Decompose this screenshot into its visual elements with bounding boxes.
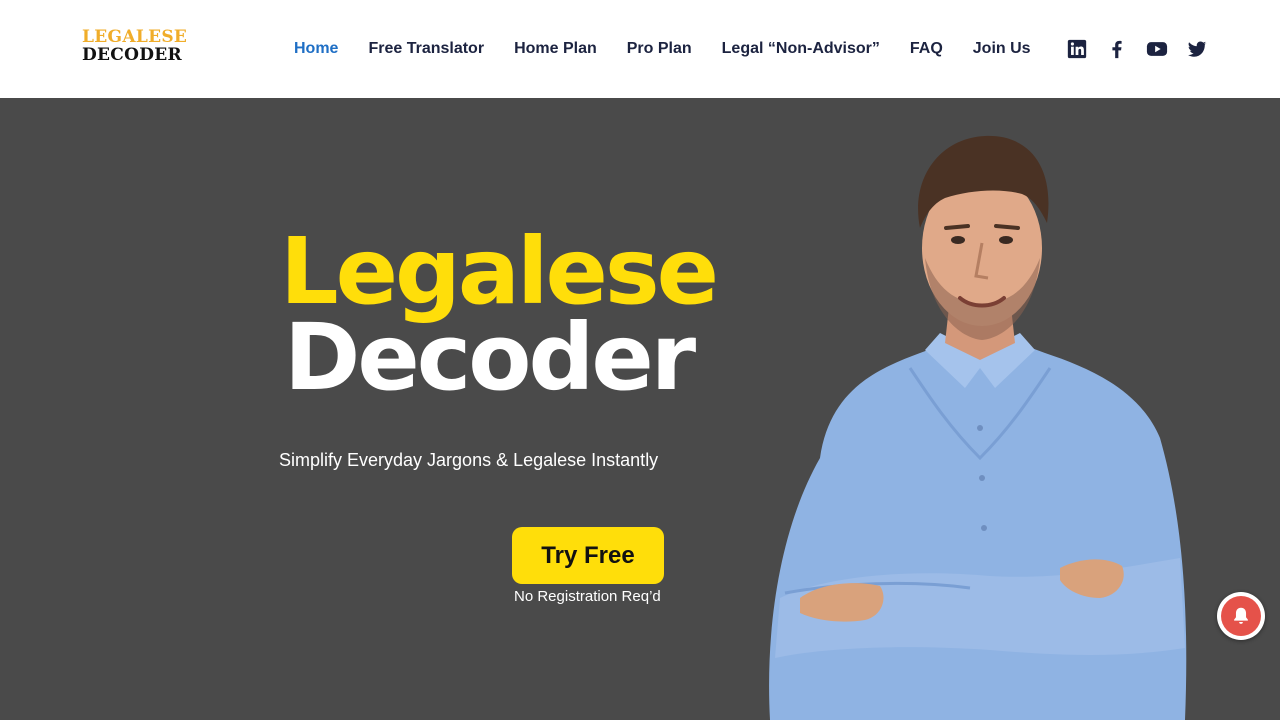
cta-note: No Registration Req’d — [514, 588, 661, 605]
logo-line-2: DECODER — [82, 45, 182, 65]
twitter-icon[interactable] — [1186, 37, 1208, 61]
facebook-icon[interactable] — [1106, 37, 1128, 61]
nav-free-translator[interactable]: Free Translator — [368, 40, 484, 58]
logo-line-1: LEGALESE — [82, 27, 188, 47]
linkedin-icon[interactable] — [1066, 37, 1088, 61]
nav-home-plan[interactable]: Home Plan — [514, 40, 597, 58]
nav-home[interactable]: Home — [294, 40, 338, 58]
nav-faq[interactable]: FAQ — [910, 40, 943, 58]
social-links — [1066, 37, 1208, 61]
nav-join-us[interactable]: Join Us — [973, 40, 1031, 58]
bell-icon — [1221, 596, 1261, 636]
try-free-button[interactable]: Try Free — [512, 527, 664, 584]
hero-person-image — [760, 128, 1200, 720]
site-header: LEGALESE DECODER Home Free Translator Ho… — [0, 0, 1280, 98]
nav-legal-non-advisor[interactable]: Legal “Non-Advisor” — [722, 40, 880, 58]
youtube-icon[interactable] — [1146, 37, 1168, 61]
notification-bell-button[interactable] — [1217, 592, 1265, 640]
nav-pro-plan[interactable]: Pro Plan — [627, 40, 692, 58]
hero-tagline: Simplify Everyday Jargons & Legalese Ins… — [279, 450, 659, 470]
site-logo[interactable]: LEGALESE DECODER — [82, 29, 187, 64]
main-navigation: Home Free Translator Home Plan Pro Plan … — [294, 40, 1061, 58]
hero-title-line-2: Decoder — [284, 304, 696, 411]
